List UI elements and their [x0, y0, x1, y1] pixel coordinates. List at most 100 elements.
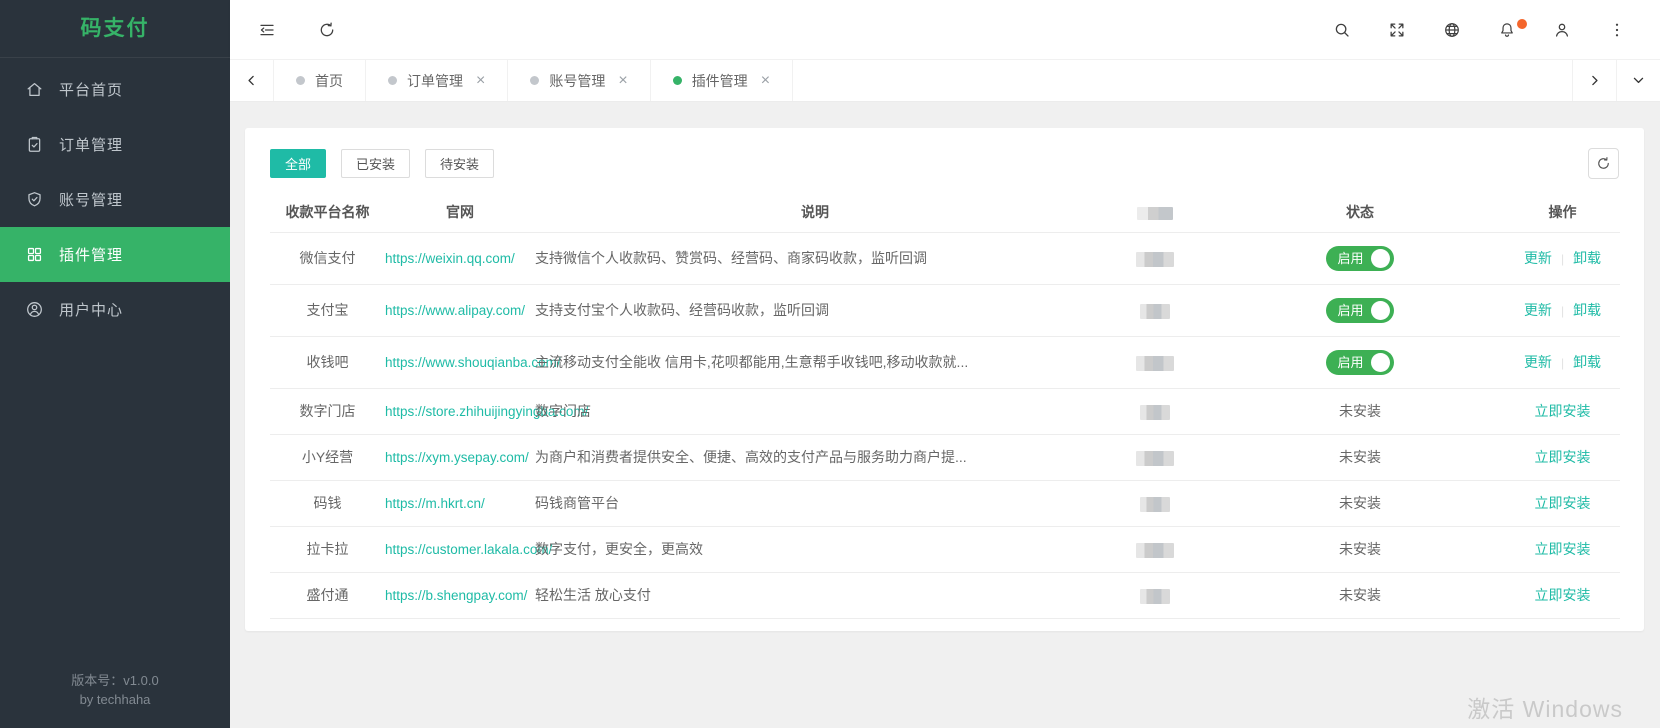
tab-plugins[interactable]: 插件管理 ×	[651, 60, 794, 101]
version-number: 版本号：v1.0.0	[71, 673, 159, 689]
redacted-field	[1140, 404, 1170, 420]
notification-dot	[1517, 18, 1527, 29]
redacted-field	[1136, 450, 1174, 466]
plugin-site-link[interactable]: https://m.hkrt.cn/	[385, 496, 485, 511]
redacted-field	[1136, 251, 1174, 267]
grid-icon	[25, 245, 44, 264]
fullscreen-icon[interactable]	[1388, 21, 1406, 39]
install-now-link[interactable]: 立即安装	[1535, 541, 1591, 557]
tab-close-icon[interactable]: ×	[761, 72, 770, 89]
plugin-description: 轻松生活 放心支付	[535, 587, 651, 603]
tab-close-icon[interactable]: ×	[476, 72, 485, 89]
tab-status-dot	[530, 76, 540, 85]
table-row: 微信支付 https://weixin.qq.com/支持微信个人收款码、赞赏码、…	[270, 233, 1620, 285]
sidebar: 码支付 平台首页 订单管理 账号管理 插件管理 用户中心 版本号：v1.0.0 by t…	[0, 0, 230, 728]
user-profile-icon[interactable]	[1553, 21, 1571, 39]
table-refresh-button[interactable]	[1588, 148, 1619, 179]
sidebar-item-plugins[interactable]: 插件管理	[0, 227, 230, 282]
status-not-installed: 未安装	[1339, 403, 1381, 419]
plugin-site-link[interactable]: https://weixin.qq.com/	[385, 251, 515, 266]
install-now-link[interactable]: 立即安装	[1535, 403, 1591, 419]
notifications-bell-icon[interactable]	[1498, 18, 1527, 39]
plugin-name: 数字门店	[299, 403, 356, 419]
install-now-link[interactable]: 立即安装	[1535, 587, 1591, 603]
redacted-field	[1136, 542, 1174, 558]
toggle-knob	[1370, 249, 1390, 268]
tabs-menu-icon[interactable]	[1616, 60, 1660, 101]
table-row: 小Y经营 https://xym.ysepay.com/为商户和消费者提供安全、便…	[270, 435, 1620, 481]
col-header-site: 官网	[446, 204, 474, 220]
sidebar-item-user-center[interactable]: 用户中心	[0, 282, 230, 337]
more-options-icon[interactable]	[1608, 21, 1626, 39]
sidebar-item-home[interactable]: 平台首页	[0, 62, 230, 117]
col-header-status: 状态	[1346, 204, 1374, 220]
tabs-scroll-right-icon[interactable]	[1572, 60, 1616, 101]
update-link[interactable]: 更新	[1524, 250, 1552, 266]
plugin-description: 支持支付宝个人收款码、经营码收款，监听回调	[535, 302, 829, 318]
install-now-link[interactable]: 立即安装	[1535, 449, 1591, 465]
language-globe-icon[interactable]	[1443, 21, 1461, 39]
uninstall-link[interactable]: 卸载	[1573, 250, 1601, 266]
sidebar-item-orders[interactable]: 订单管理	[0, 117, 230, 172]
plugin-name: 盛付通	[306, 587, 349, 603]
search-icon[interactable]	[1333, 21, 1351, 39]
sidebar-nav: 平台首页 订单管理 账号管理 插件管理 用户中心	[0, 58, 230, 337]
tab-orders[interactable]: 订单管理 ×	[366, 60, 509, 101]
tabs-scroll-left-icon[interactable]	[230, 60, 274, 101]
tab-status-dot	[296, 76, 305, 85]
refresh-page-icon[interactable]	[318, 21, 336, 39]
app-logo: 码支付	[0, 0, 230, 58]
tab-close-icon[interactable]: ×	[618, 72, 627, 89]
status-not-installed: 未安装	[1339, 449, 1381, 465]
plugin-description: 码钱商管平台	[535, 495, 619, 511]
tab-accounts[interactable]: 账号管理 ×	[508, 60, 651, 101]
table-header-row: 收款平台名称 官网 说明 状态 操作	[270, 193, 1620, 233]
action-separator: |	[1560, 251, 1565, 266]
table-row: 盛付通 https://b.shengpay.com/轻松生活 放心支付 未安装 立即…	[270, 573, 1620, 619]
update-link[interactable]: 更新	[1524, 354, 1552, 370]
redacted-field	[1140, 588, 1170, 604]
plugin-name: 小Y经营	[301, 449, 354, 465]
table-row: 收钱吧 https://www.shouqianba.com/主流移动支付全能收 …	[270, 337, 1620, 389]
enable-toggle[interactable]: 启用	[1326, 246, 1394, 271]
plugin-site-link[interactable]: https://customer.lakala.com/	[385, 542, 552, 557]
collapse-sidebar-icon[interactable]	[258, 21, 276, 39]
action-separator: |	[1560, 355, 1565, 370]
enable-toggle[interactable]: 启用	[1326, 350, 1394, 375]
tab-status-dot	[672, 76, 682, 85]
plugin-name: 支付宝	[306, 302, 349, 318]
uninstall-link[interactable]: 卸载	[1573, 354, 1601, 370]
top-header	[230, 0, 1660, 60]
redacted-column-header	[1137, 206, 1173, 220]
status-not-installed: 未安装	[1339, 541, 1381, 557]
install-now-link[interactable]: 立即安装	[1535, 495, 1591, 511]
plugin-table: 收款平台名称 官网 说明 状态 操作 微信支付 https://weixin.qq…	[270, 193, 1620, 619]
user-circle-icon	[25, 300, 44, 319]
plugin-name: 码钱	[313, 495, 342, 511]
table-row: 码钱 https://m.hkrt.cn/码钱商管平台 未安装 立即安装	[270, 481, 1620, 527]
plugin-site-link[interactable]: https://www.alipay.com/	[385, 303, 525, 318]
plugin-description: 主流移动支付全能收 信用卡,花呗都能用,生意帮手收钱吧,移动收款就...	[535, 354, 969, 370]
enable-toggle[interactable]: 启用	[1326, 298, 1394, 323]
redacted-field	[1136, 355, 1174, 371]
filter-all-button[interactable]: 全部	[270, 149, 327, 178]
order-icon	[25, 135, 44, 154]
plugin-description: 为商户和消费者提供安全、便捷、高效的支付产品与服务助力商户提...	[535, 449, 967, 465]
tab-home[interactable]: 首页	[274, 60, 366, 101]
plugin-name: 收钱吧	[306, 354, 349, 370]
filter-installed-button[interactable]: 已安装	[341, 149, 411, 178]
tab-bar: 首页 订单管理 × 账号管理 × 插件管理 ×	[230, 60, 1660, 102]
main-area: 首页 订单管理 × 账号管理 × 插件管理 × 全部 已安装 待安装 收款平台名…	[230, 0, 1660, 728]
plugin-table-body: 微信支付 https://weixin.qq.com/支持微信个人收款码、赞赏码、…	[270, 233, 1620, 619]
plugin-site-link[interactable]: https://xym.ysepay.com/	[385, 450, 529, 465]
toggle-knob	[1370, 301, 1390, 320]
sidebar-item-accounts[interactable]: 账号管理	[0, 172, 230, 227]
plugin-site-link[interactable]: https://b.shengpay.com/	[385, 588, 527, 603]
sidebar-version: 版本号：v1.0.0 by techhaha	[0, 672, 230, 728]
redacted-field	[1140, 496, 1170, 512]
filter-toolbar: 全部 已安装 待安装	[270, 148, 1619, 179]
uninstall-link[interactable]: 卸载	[1573, 302, 1601, 318]
plugin-description: 数字门店	[535, 403, 591, 419]
filter-pending-button[interactable]: 待安装	[425, 149, 495, 178]
update-link[interactable]: 更新	[1524, 302, 1552, 318]
